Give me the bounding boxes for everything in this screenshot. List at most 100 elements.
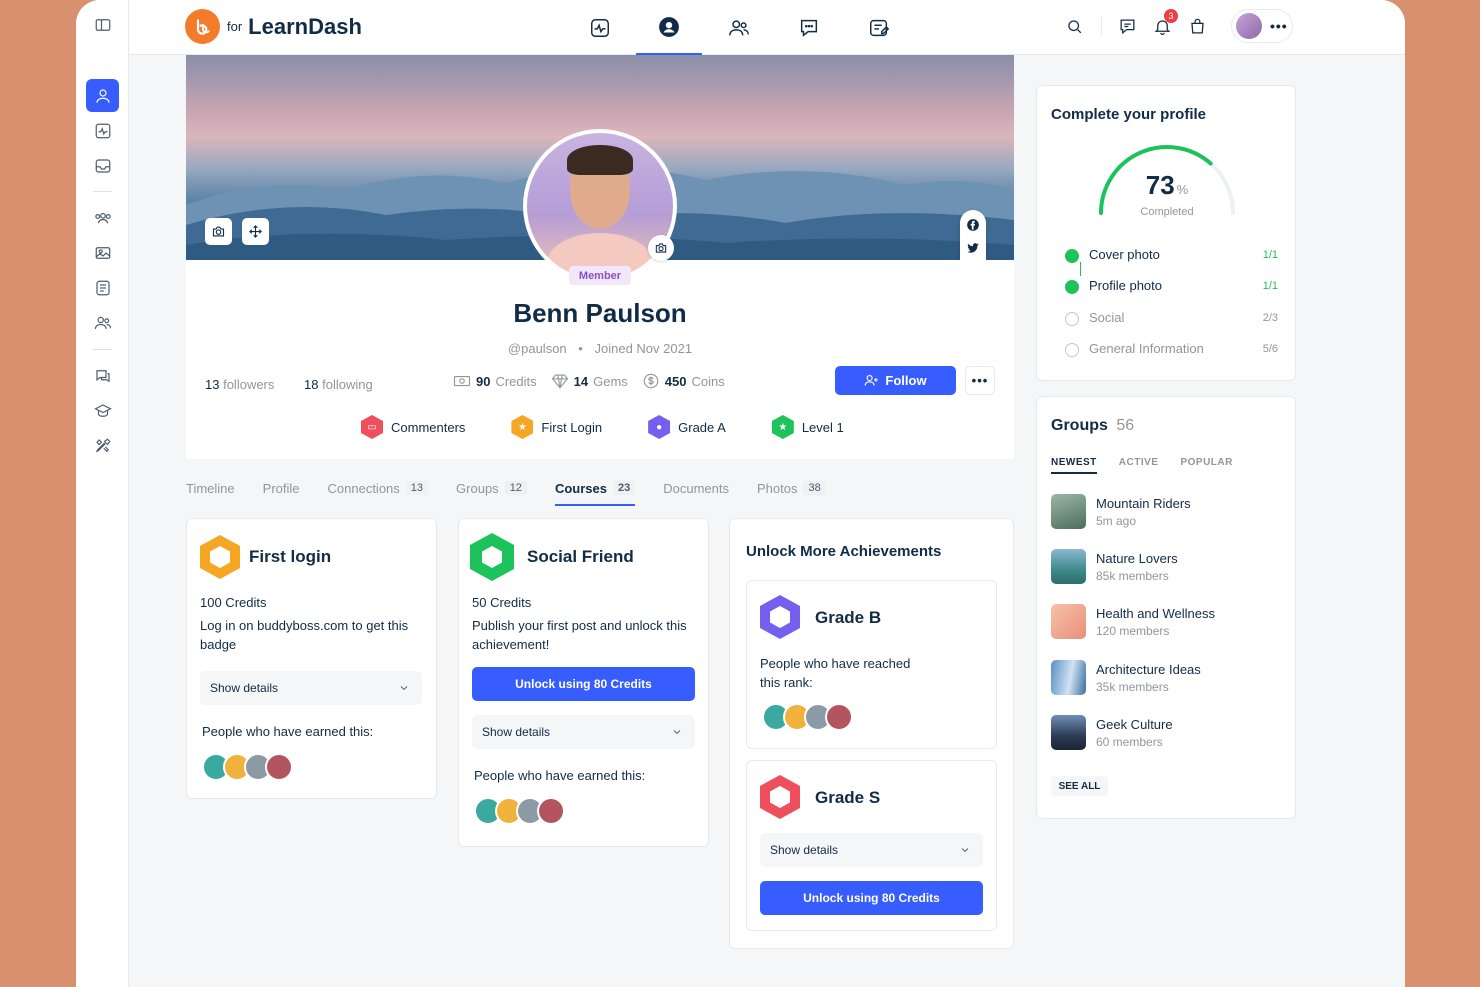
show-details-dropdown[interactable]: Show details	[472, 715, 695, 749]
chat-icon[interactable]	[1115, 14, 1139, 38]
cover-camera-button[interactable]	[205, 218, 232, 245]
badge-level-1[interactable]: ★ Level 1	[771, 415, 844, 439]
tab-courses[interactable]: Courses 23	[554, 472, 636, 506]
tab-profile[interactable]: Profile	[263, 472, 300, 506]
group-item[interactable]: Architecture Ideas 35k members	[1051, 660, 1201, 695]
brand-for: for	[227, 19, 243, 34]
cover-move-button[interactable]	[242, 218, 269, 245]
facebook-icon[interactable]	[966, 218, 980, 232]
complete-profile-widget: Complete your profile 73% Completed Cove…	[1036, 85, 1296, 381]
circle-icon	[1065, 343, 1079, 357]
following-link[interactable]: 18 following	[304, 377, 373, 392]
twitter-icon[interactable]	[966, 241, 980, 255]
sidebar-item-documents[interactable]	[86, 271, 119, 304]
level-1-badge-icon: ★	[771, 415, 794, 439]
progress-label: Completed	[1140, 206, 1194, 218]
group-thumbnail	[1051, 604, 1086, 639]
coins-stat: 450 Coins	[642, 372, 725, 390]
unlock-button[interactable]: Unlock using 80 Credits	[760, 881, 983, 915]
move-icon	[249, 225, 262, 238]
credits-stat: 90 Credits	[453, 372, 537, 390]
tab-active[interactable]: ACTIVE	[1119, 457, 1159, 474]
topnav-members[interactable]	[706, 0, 772, 55]
profile-name: Benn Paulson	[513, 298, 687, 328]
tab-connections[interactable]: Connections 13	[328, 472, 429, 506]
follow-button[interactable]: Follow	[835, 366, 956, 395]
star-badge-icon	[470, 533, 514, 581]
unlock-button[interactable]: Unlock using 80 Credits	[472, 667, 695, 701]
sidebar-item-courses[interactable]	[86, 394, 119, 427]
first-login-badge-icon: ★	[511, 415, 534, 439]
see-all-button[interactable]: SEE ALL	[1051, 776, 1108, 796]
sidebar-item-members[interactable]	[86, 306, 119, 339]
tab-newest[interactable]: NEWEST	[1051, 457, 1097, 474]
top-bar: for LearnDash 3 •••	[129, 0, 1405, 55]
topnav-messages[interactable]	[776, 0, 842, 55]
tab-photos[interactable]: Photos 38	[757, 472, 826, 506]
sidebar-item-forums[interactable]	[86, 359, 119, 392]
group-thumbnail	[1051, 549, 1086, 584]
search-icon[interactable]	[1062, 14, 1086, 38]
group-thumbnail	[1051, 715, 1086, 750]
chevron-down-icon	[961, 848, 969, 853]
tab-groups[interactable]: Groups 12	[456, 472, 527, 506]
badge-commenters[interactable]: ▭ Commenters	[361, 415, 465, 439]
member-type-badge: Member	[569, 266, 631, 285]
tab-timeline[interactable]: Timeline	[186, 472, 235, 506]
avatar[interactable]	[825, 703, 853, 731]
achievement-social-friend: Social Friend 50 Credits Publish your fi…	[458, 518, 709, 847]
rank-grade-b: Grade B People who have reached this ran…	[746, 580, 997, 749]
followers-link[interactable]: 13 followers	[205, 377, 274, 392]
topnav-activity[interactable]	[567, 0, 633, 55]
topnav-courses[interactable]	[846, 0, 912, 55]
topnav-profile[interactable]	[636, 0, 702, 55]
achievement-title: Social Friend	[527, 547, 634, 566]
sidebar-item-inbox[interactable]	[86, 149, 119, 182]
courses-icon	[870, 19, 890, 36]
show-details-dropdown[interactable]: Show details	[200, 671, 422, 705]
chevron-down-icon	[673, 730, 681, 735]
profile-joined: Joined Nov 2021	[594, 341, 693, 356]
check-icon	[1065, 280, 1079, 294]
avatar	[1236, 13, 1262, 39]
bell-icon[interactable]: 3	[1150, 9, 1178, 38]
earned-badges: ▭ Commenters ★ First Login ● Grade A ★ L…	[361, 415, 844, 439]
notification-badge: 3	[1164, 9, 1178, 23]
sidebar-item-activity[interactable]	[86, 114, 119, 147]
rank-grade-s: Grade S Show details Unlock using 80 Cre…	[746, 760, 997, 931]
group-item[interactable]: Mountain Riders 5m ago	[1051, 494, 1191, 529]
more-icon: •••	[1270, 18, 1288, 34]
tab-popular[interactable]: POPULAR	[1180, 457, 1232, 474]
avatar[interactable]	[537, 797, 565, 825]
profile-meta: @paulson • Joined Nov 2021	[507, 341, 693, 356]
achievement-first-login: First login 100 Credits Log in on buddyb…	[186, 518, 437, 799]
group-item[interactable]: Geek Culture 60 members	[1051, 715, 1173, 750]
sidebar-item-profile[interactable]	[86, 79, 119, 112]
follow-stats: 13 followers 18 following	[205, 377, 373, 392]
sidebar-item-tools[interactable]	[86, 429, 119, 462]
badge-grade-a[interactable]: ● Grade A	[648, 415, 726, 439]
brand-logo-mark	[185, 9, 220, 44]
sidebar-item-groups[interactable]	[86, 201, 119, 234]
checklist-item: General Information 5/6	[1065, 341, 1278, 357]
sidebar-divider	[93, 191, 112, 192]
achievement-credits: 50 Credits	[472, 595, 532, 610]
badge-first-login[interactable]: ★ First Login	[511, 415, 602, 439]
cart-icon[interactable]	[1185, 14, 1209, 38]
user-menu[interactable]: •••	[1231, 9, 1293, 43]
rank-badge-icon	[760, 775, 800, 819]
groups-tabs: NEWEST ACTIVE POPULAR	[1051, 457, 1233, 474]
avatar-camera-button[interactable]	[648, 235, 674, 261]
tab-documents[interactable]: Documents	[663, 472, 729, 506]
group-item[interactable]: Health and Wellness 120 members	[1051, 604, 1215, 639]
brand-logo[interactable]: for LearnDash	[185, 9, 362, 44]
group-item[interactable]: Nature Lovers 85k members	[1051, 549, 1178, 584]
camera-icon	[655, 243, 667, 253]
unlock-more-achievements: Unlock More Achievements Grade B People …	[729, 518, 1014, 949]
more-options-button[interactable]: •••	[965, 366, 995, 395]
avatar[interactable]	[265, 753, 293, 781]
show-details-dropdown[interactable]: Show details	[760, 833, 983, 867]
sidebar-item-photos[interactable]	[86, 236, 119, 269]
checklist-connector	[1080, 262, 1081, 276]
sidebar-toggle-icon[interactable]	[86, 12, 119, 38]
